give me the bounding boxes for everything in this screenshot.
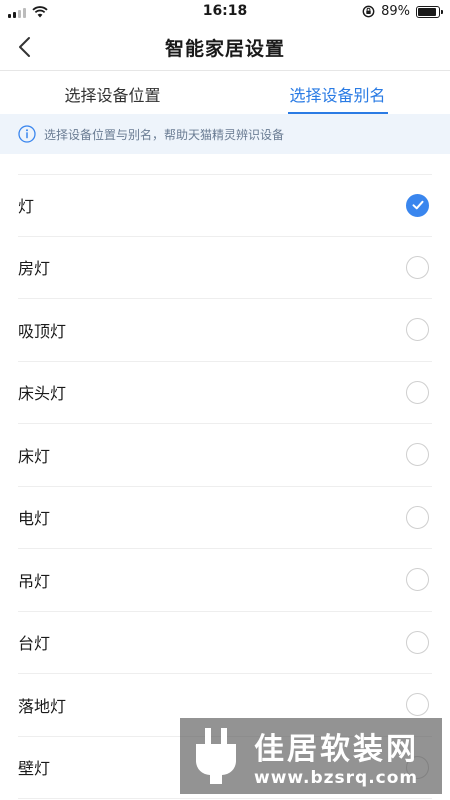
battery-fill [418,7,436,16]
tab-device-location[interactable]: 选择设备位置 [0,71,225,114]
alias-option-label: 灯 [18,197,35,217]
status-bar: 16:18 89% [0,0,450,24]
alias-option[interactable]: 电灯 [18,487,432,549]
hint-text: 选择设备位置与别名，帮助天猫精灵辨识设备 [44,127,285,142]
alias-option[interactable]: 灯 [18,174,432,237]
alias-option[interactable]: 吸顶灯 [18,299,432,362]
watermark-text: 佳居软装网 www.bzsrq.com [254,724,419,788]
watermark: 佳居软装网 www.bzsrq.com [180,718,442,794]
battery-icon [416,5,443,18]
radio-unchecked-icon[interactable] [406,568,429,592]
radio-unchecked-icon[interactable] [406,380,429,404]
radio-unchecked-icon[interactable] [406,693,429,717]
alias-option[interactable]: 房灯 [18,237,432,299]
alias-option-list: 灯房灯吸顶灯床头灯床灯电灯吊灯台灯落地灯壁灯 [0,174,450,799]
alias-option-label: 电灯 [18,509,51,529]
alias-option-label: 吸顶灯 [18,321,67,341]
radio-unchecked-icon[interactable] [406,443,429,467]
battery-percent: 89% [381,4,410,19]
checkmark-icon [412,201,423,210]
page-title: 智能家居设置 [164,38,285,60]
radio-unchecked-icon[interactable] [406,318,429,342]
radio-unchecked-icon[interactable] [406,255,429,279]
watermark-title: 佳居软装网 [254,732,419,767]
radio-unchecked-icon[interactable] [406,505,429,529]
alias-option[interactable]: 台灯 [18,612,432,674]
info-icon [18,125,36,143]
hint-bar: 选择设备位置与别名，帮助天猫精灵辨识设备 [0,114,450,154]
alias-option[interactable]: 床灯 [18,424,432,487]
nav-bar: 智能家居设置 [0,24,450,70]
tab-bar: 选择设备位置 选择设备别名 [0,70,450,114]
tab-device-alias[interactable]: 选择设备别名 [225,71,450,114]
alias-option-label: 吊灯 [18,571,51,591]
alias-option-label: 房灯 [18,259,51,279]
alias-option-label: 台灯 [18,634,51,654]
status-right: 89% [362,4,443,19]
alias-option-label: 壁灯 [18,759,51,779]
alias-option-label: 床头灯 [18,384,67,404]
plug-logo-icon [196,728,236,784]
radio-checked-icon[interactable] [406,193,429,217]
alias-option[interactable]: 吊灯 [18,549,432,612]
alias-option[interactable]: 床头灯 [18,362,432,424]
alias-option-label: 床灯 [18,446,51,466]
orientation-lock-icon [362,5,375,18]
radio-unchecked-icon[interactable] [406,630,429,654]
alias-option-label: 落地灯 [18,696,67,716]
watermark-url: www.bzsrq.com [254,768,419,788]
